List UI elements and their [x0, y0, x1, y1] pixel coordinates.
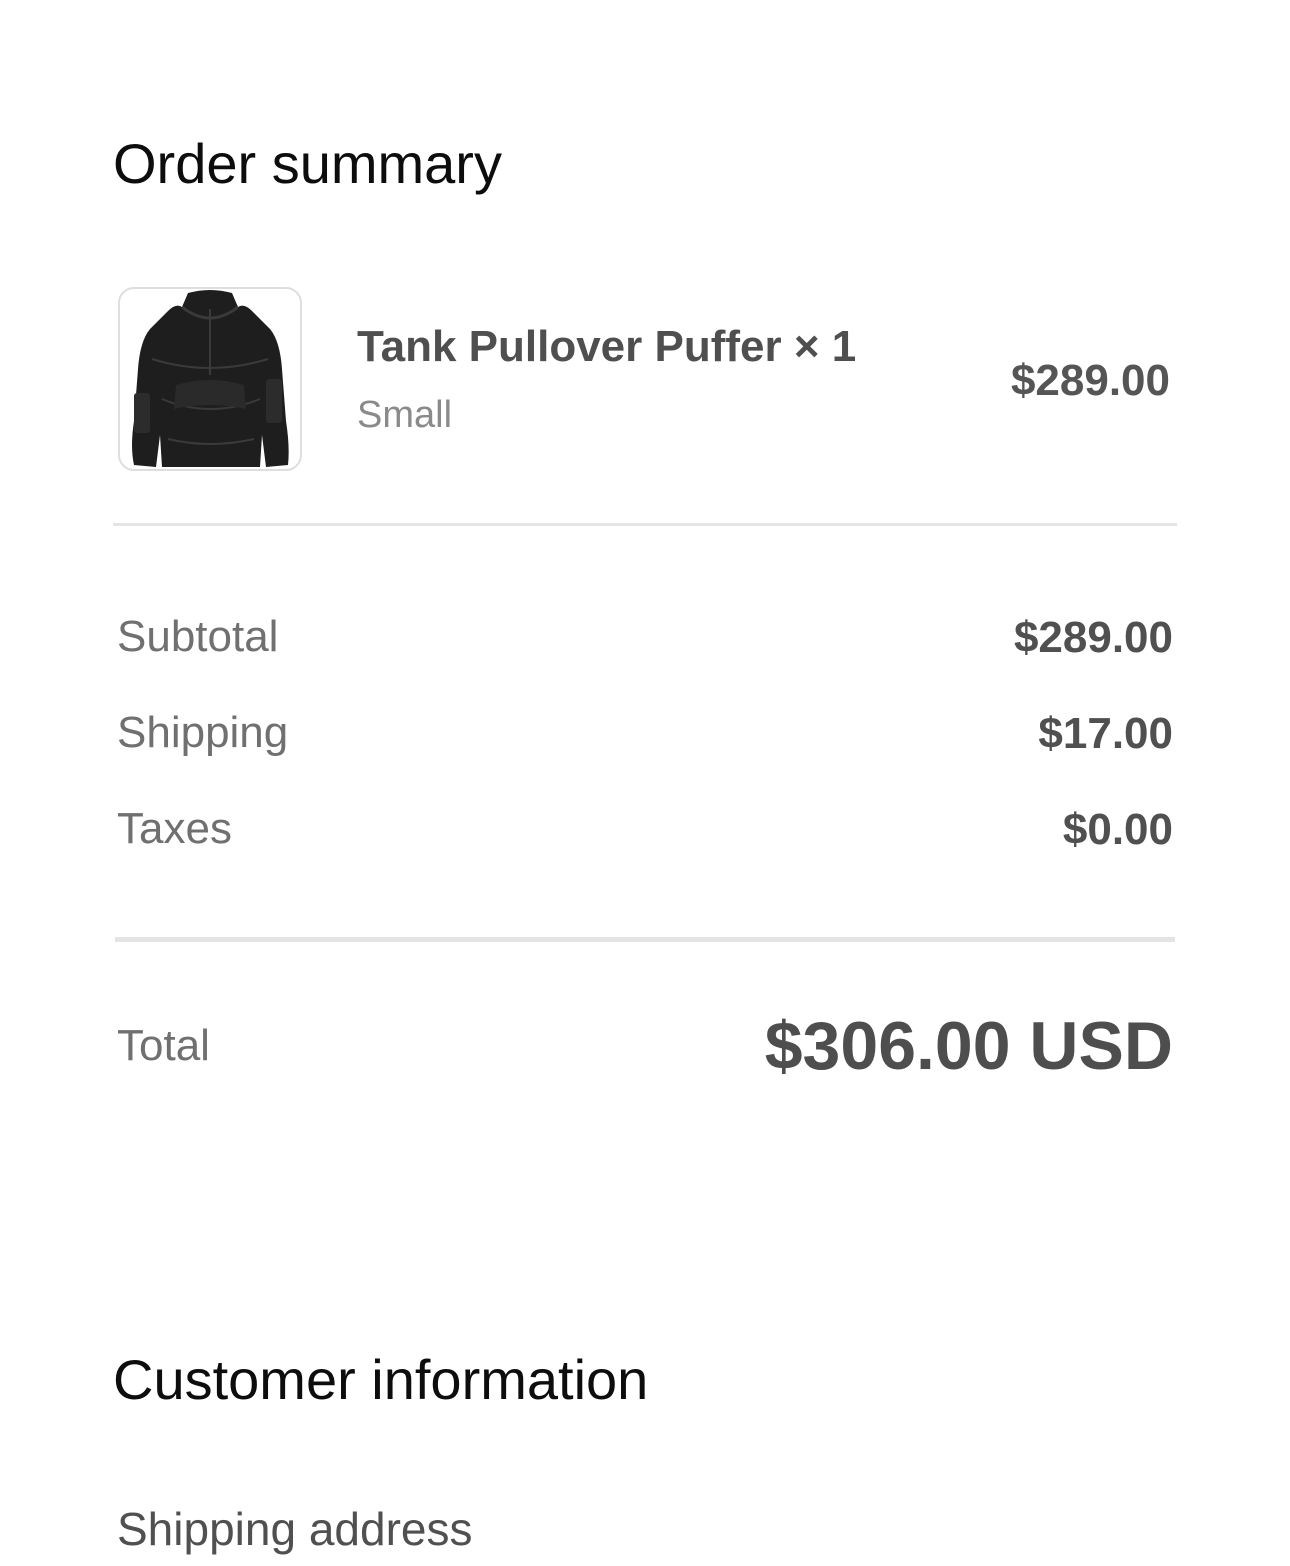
- puffer-jacket-icon: [132, 290, 289, 467]
- total-value: $306.00 USD: [764, 1008, 1173, 1084]
- customer-information-title: Customer information: [113, 1348, 649, 1411]
- product-price: $289.00: [1010, 356, 1170, 405]
- subtotal-value: $289.00: [1013, 613, 1173, 662]
- shipping-value: $17.00: [1038, 709, 1173, 758]
- product-thumbnail: [118, 287, 302, 471]
- taxes-value: $0.00: [1062, 805, 1173, 854]
- subtotal-label: Subtotal: [117, 612, 279, 661]
- order-summary-title: Order summary: [113, 132, 502, 195]
- shipping-label: Shipping: [117, 708, 289, 757]
- product-name: Tank Pullover Puffer × 1: [357, 322, 857, 371]
- divider: [113, 523, 1177, 526]
- shipping-address-heading: Shipping address: [117, 1503, 473, 1555]
- product-variant: Small: [357, 394, 453, 436]
- divider: [115, 937, 1175, 942]
- total-label: Total: [117, 1021, 210, 1070]
- taxes-label: Taxes: [117, 804, 232, 853]
